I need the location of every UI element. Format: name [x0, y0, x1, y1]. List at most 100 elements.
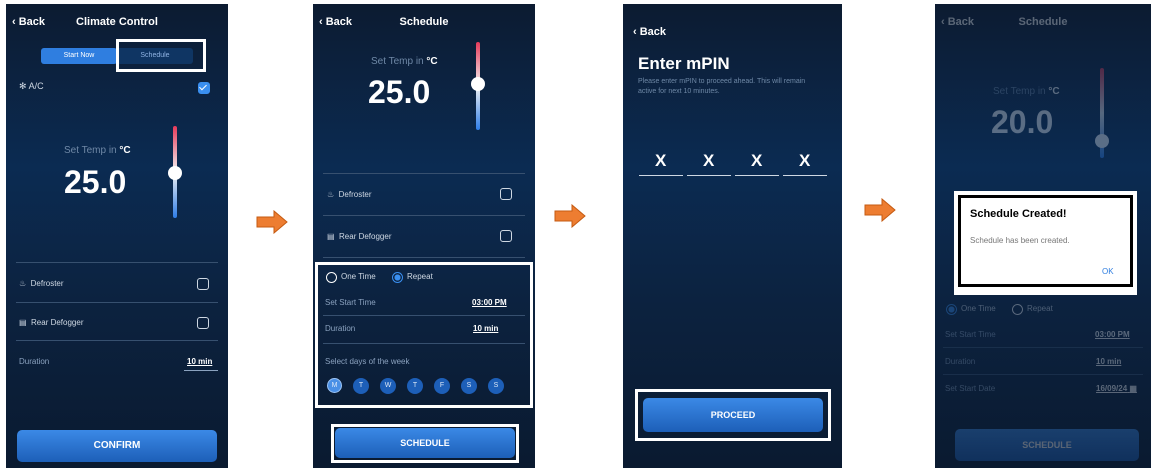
- divider: [323, 343, 525, 344]
- divider: [943, 347, 1143, 348]
- temp-unit: °C: [1048, 86, 1060, 97]
- set-temp-label: Set Temp in °C: [993, 86, 1060, 97]
- pin-underline: [639, 175, 683, 176]
- start-time-label: Set Start Time: [325, 298, 376, 307]
- rear-defogger-icon: ▤: [327, 232, 335, 241]
- temp-value: 25.0: [368, 74, 431, 110]
- tab-start-now[interactable]: Start Now: [41, 48, 117, 64]
- schedule-button[interactable]: SCHEDULE: [955, 429, 1139, 461]
- pin-underline: [783, 175, 827, 176]
- start-time-label: Set Start Time: [945, 330, 996, 339]
- pin-underline: [687, 175, 731, 176]
- repeat-radio[interactable]: [392, 272, 403, 283]
- calendar-icon: ▦: [1129, 384, 1137, 393]
- duration-value[interactable]: 10 min: [473, 324, 498, 333]
- header: ‹ Back: [623, 26, 842, 46]
- divider: [323, 173, 525, 174]
- divider: [943, 374, 1143, 375]
- day-saturday[interactable]: S: [461, 378, 477, 394]
- defroster-icon: ♨: [19, 279, 27, 288]
- duration-underline: [184, 370, 218, 371]
- confirm-button[interactable]: CONFIRM: [17, 430, 217, 462]
- day-friday[interactable]: F: [434, 378, 450, 394]
- rear-defogger-checkbox[interactable]: [197, 317, 209, 329]
- day-monday[interactable]: M: [327, 378, 342, 393]
- one-time-label: One Time: [341, 272, 376, 281]
- start-date-value: 16/09/24: [1096, 384, 1128, 393]
- temp-value: 25.0: [64, 164, 127, 200]
- pin-digit-2[interactable]: X: [703, 151, 714, 171]
- divider: [323, 215, 525, 216]
- divider: [323, 257, 525, 258]
- arrow-right-icon: [864, 198, 896, 222]
- day-sunday[interactable]: S: [488, 378, 504, 394]
- set-temp-text: Set Temp in: [64, 145, 117, 156]
- dialog-ok-button[interactable]: OK: [1102, 267, 1114, 276]
- temp-unit: °C: [426, 56, 438, 67]
- ac-checkbox[interactable]: [198, 82, 210, 94]
- proceed-button[interactable]: PROCEED: [643, 398, 823, 432]
- highlight-schedule-tab: [116, 39, 206, 72]
- pin-digit-4[interactable]: X: [799, 151, 810, 171]
- temp-unit: °C: [119, 145, 131, 156]
- schedule-button[interactable]: SCHEDULE: [335, 428, 515, 458]
- arrow-right-icon: [256, 210, 288, 234]
- mpin-description: Please enter mPIN to proceed ahead. This…: [638, 78, 806, 95]
- days-label: Select days of the week: [325, 357, 410, 366]
- rear-defogger-label: Rear Defogger: [31, 318, 84, 327]
- pin-digit-3[interactable]: X: [751, 151, 762, 171]
- defroster-label: Defroster: [30, 279, 64, 288]
- start-date-label: Set Start Date: [945, 384, 996, 393]
- back-button[interactable]: ‹ Back: [633, 26, 666, 38]
- repeat-radio[interactable]: [1012, 304, 1023, 315]
- defroster-row: ♨ Defroster: [19, 279, 64, 288]
- header: ‹ Back Schedule: [935, 16, 1151, 36]
- defroster-row: ♨ Defroster: [327, 190, 372, 199]
- day-wednesday[interactable]: W: [380, 378, 396, 394]
- day-thursday[interactable]: T: [407, 378, 423, 394]
- ac-label: A/C: [28, 81, 44, 91]
- page-title: Schedule: [1018, 16, 1068, 28]
- temp-slider-knob[interactable]: [471, 77, 485, 91]
- rear-defogger-row: ▤ Rear Defogger: [327, 232, 392, 241]
- duration-label: Duration: [945, 357, 976, 366]
- defroster-checkbox[interactable]: [500, 188, 512, 200]
- temp-slider-knob[interactable]: [1095, 134, 1109, 148]
- rear-defogger-row: ▤ Rear Defogger: [19, 318, 84, 327]
- divider: [16, 262, 218, 263]
- defroster-label: Defroster: [338, 190, 372, 199]
- pin-digit-1[interactable]: X: [655, 151, 666, 171]
- schedule-created-dialog: Schedule Created! Schedule has been crea…: [954, 191, 1137, 295]
- temp-value: 20.0: [991, 104, 1054, 140]
- arrow-right-icon: [554, 204, 586, 228]
- divider: [323, 315, 525, 316]
- screen-enter-mpin: ‹ Back Enter mPIN Please enter mPIN to p…: [623, 4, 842, 468]
- defroster-checkbox[interactable]: [197, 278, 209, 290]
- duration-value[interactable]: 10 min: [187, 357, 212, 366]
- start-time-value[interactable]: 03:00 PM: [1095, 330, 1130, 339]
- set-temp-text: Set Temp in: [993, 86, 1046, 97]
- pin-underline: [735, 175, 779, 176]
- header: ‹ Back Schedule: [313, 16, 535, 36]
- page-title: Schedule: [399, 16, 449, 28]
- one-time-radio[interactable]: [946, 304, 957, 315]
- set-temp-label: Set Temp in °C: [64, 145, 131, 156]
- day-tuesday[interactable]: T: [353, 378, 369, 394]
- duration-label: Duration: [19, 357, 50, 366]
- start-date-field[interactable]: 16/09/24 ▦: [1096, 384, 1137, 393]
- rear-defogger-checkbox[interactable]: [500, 230, 512, 242]
- duration-value[interactable]: 10 min: [1096, 357, 1121, 366]
- one-time-radio[interactable]: [326, 272, 337, 283]
- start-time-value[interactable]: 03:00 PM: [472, 298, 507, 307]
- page-title: Climate Control: [76, 16, 158, 28]
- screen-schedule: ‹ Back Schedule Set Temp in °C 25.0 ♨ De…: [313, 4, 535, 468]
- temp-slider-knob[interactable]: [168, 166, 182, 180]
- dialog-message: Schedule has been created.: [970, 236, 1070, 245]
- screen-climate-control: ‹ Back Climate Control Start Now Schedul…: [6, 4, 228, 468]
- divider: [16, 302, 218, 303]
- defroster-icon: ♨: [327, 190, 335, 199]
- repeat-label: Repeat: [407, 272, 433, 281]
- header: ‹ Back Climate Control: [6, 16, 228, 36]
- set-temp-label: Set Temp in °C: [371, 56, 438, 67]
- set-temp-text: Set Temp in: [371, 56, 424, 67]
